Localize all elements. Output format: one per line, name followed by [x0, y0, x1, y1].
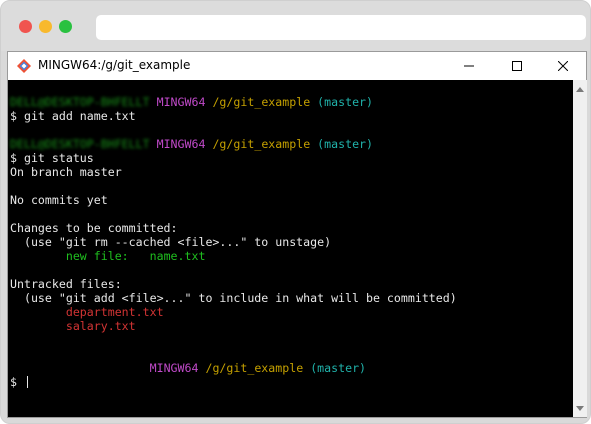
command-line: $ git status — [10, 151, 94, 165]
output-line: On branch master — [10, 165, 122, 179]
browser-toolbar — [1, 1, 590, 51]
prompt-env: MINGW64 — [156, 137, 206, 151]
input-line[interactable]: $ — [10, 375, 573, 389]
close-button[interactable] — [540, 52, 586, 80]
address-bar[interactable] — [96, 15, 586, 40]
untracked-file-line: department.txt — [10, 305, 573, 319]
output-line: (use "git add <file>..." to include in w… — [10, 291, 457, 305]
output-line: No commits yet — [10, 193, 108, 207]
prompt-env: MINGW64 — [149, 361, 199, 375]
output-line: Changes to be committed: — [10, 221, 178, 235]
untracked-file-line: salary.txt — [10, 319, 573, 333]
close-icon — [558, 61, 568, 71]
input-prompt: $ — [10, 375, 24, 389]
maximize-icon — [512, 61, 522, 71]
staged-file-line: new file: name.txt — [10, 249, 573, 263]
new-file-label: new file: — [10, 249, 150, 263]
prompt-user-host: DELL@DESKTOP-BHFELLT — [10, 137, 150, 151]
prompt-user-host: DELL@DESKTOP-BHFELLT — [10, 95, 150, 109]
prompt-branch: (master) — [310, 361, 367, 375]
text-cursor — [26, 376, 28, 388]
prompt-path: /g/git_example — [212, 95, 311, 109]
prompt-path: /g/git_example — [212, 137, 311, 151]
scroll-up-icon[interactable] — [575, 84, 585, 94]
prompt-env: MINGW64 — [156, 95, 206, 109]
minimize-button[interactable] — [446, 52, 492, 80]
prompt-line: MINGW64 /g/git_example (master) — [10, 361, 573, 375]
untracked-file-name: salary.txt — [65, 319, 136, 333]
output-line: (use "git rm --cached <file>..." to unst… — [10, 235, 332, 249]
untracked-file-name: department.txt — [65, 305, 164, 319]
window-title: MINGW64:/g/git_example — [38, 58, 191, 72]
prompt-branch: (master) — [317, 137, 374, 151]
minimize-dot[interactable] — [39, 20, 52, 33]
maximize-button[interactable] — [494, 52, 540, 80]
zoom-dot[interactable] — [59, 20, 72, 33]
scroll-down-icon[interactable] — [575, 403, 585, 413]
browser-frame: MINGW64:/g/git_example DELL@DESKTOP-BHFE… — [0, 0, 591, 424]
prompt-path: /g/git_example — [205, 361, 304, 375]
terminal-output[interactable]: DELL@DESKTOP-BHFELLT MINGW64 /g/git_exam… — [8, 80, 573, 417]
prompt-line: DELL@DESKTOP-BHFELLT MINGW64 /g/git_exam… — [10, 137, 573, 151]
window-titlebar: MINGW64:/g/git_example — [8, 52, 586, 80]
git-bash-icon — [16, 58, 32, 74]
staged-file-name: name.txt — [149, 249, 206, 263]
command-line: $ git add name.txt — [10, 109, 136, 123]
vertical-scrollbar[interactable] — [573, 80, 587, 417]
minimize-icon — [464, 65, 474, 67]
output-line: Untracked files: — [10, 277, 122, 291]
close-dot[interactable] — [19, 20, 32, 33]
prompt-line: DELL@DESKTOP-BHFELLT MINGW64 /g/git_exam… — [10, 95, 573, 109]
prompt-branch: (master) — [317, 95, 374, 109]
terminal-window: MINGW64:/g/git_example DELL@DESKTOP-BHFE… — [7, 51, 587, 418]
